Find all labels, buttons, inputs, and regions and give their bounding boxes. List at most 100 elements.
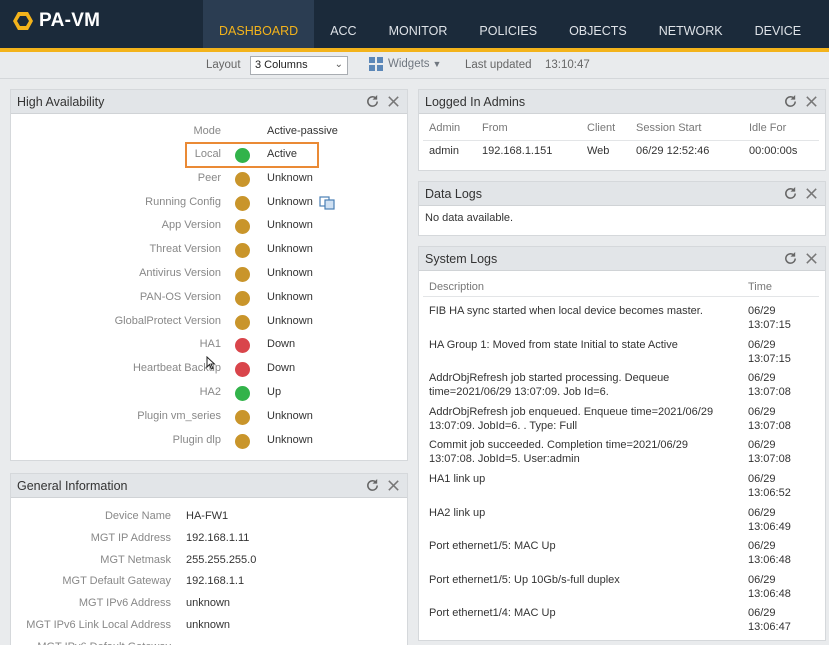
info-value: unknown	[186, 619, 231, 631]
log-row[interactable]: FIB HA sync started when local device be…	[419, 301, 825, 335]
info-label: Device Name	[104, 510, 171, 522]
close-icon[interactable]	[386, 94, 401, 109]
column-header: Description	[429, 281, 485, 293]
log-description: Port ethernet1/5: Up 10Gb/s-full duplex	[429, 573, 620, 586]
log-clock: 13:06:48	[748, 554, 791, 567]
ha-row-value: Active	[267, 148, 297, 160]
log-row[interactable]: Port ethernet1/4: MAC Up 06/29 13:06:47	[419, 603, 825, 637]
tab-device[interactable]: DEVICE	[739, 0, 818, 48]
info-row-device-name: Device Name HA-FW1	[11, 507, 407, 527]
panel-title: High Availability	[17, 95, 105, 109]
status-amber-icon	[235, 195, 250, 211]
ha-row-threat-version: Threat Version Unknown	[11, 240, 407, 260]
tab-objects[interactable]: OBJECTS	[553, 0, 643, 48]
ha-row-label: Running Config	[145, 195, 221, 208]
log-clock: 13:07:08	[748, 453, 791, 466]
table-cell: 00:00:00s	[749, 145, 798, 157]
table-cell: 192.168.1.151	[482, 145, 553, 157]
log-clock: 13:07:15	[748, 352, 791, 365]
ha-mode-value: Active-passive	[267, 125, 338, 137]
tab-policies[interactable]: POLICIES	[463, 0, 553, 48]
ha-row-label: Local	[194, 148, 221, 160]
ha-row-label: HA2	[199, 386, 221, 398]
ha-row-label: Plugin dlp	[172, 433, 221, 446]
brand[interactable]: PA-VM	[12, 10, 100, 32]
log-row[interactable]: HA Group 1: Moved from state Initial to …	[419, 335, 825, 369]
ha-row-label: Antivirus Version	[139, 267, 221, 279]
log-row[interactable]: Port ethernet1/5: MAC Up 06/29 13:06:48	[419, 536, 825, 570]
log-row[interactable]: Port ethernet1/5: Up 10Gb/s-full duplex 0…	[419, 570, 825, 604]
log-row[interactable]: AddrObjRefresh job started processing. D…	[419, 368, 825, 402]
ha-row-value: Unknown	[267, 267, 313, 279]
tab-monitor[interactable]: MONITOR	[373, 0, 464, 48]
ha-row-ha1: HA1 Down	[11, 335, 407, 355]
log-date: 06/29	[748, 305, 776, 317]
tab-network[interactable]: NETWORK	[643, 0, 739, 48]
layout-select[interactable]: 3 Columns ⌄	[250, 56, 348, 75]
log-row[interactable]: AddrObjRefresh job enqueued. Enqueue tim…	[419, 402, 825, 436]
refresh-icon[interactable]	[365, 478, 380, 493]
refresh-icon[interactable]	[783, 186, 798, 201]
close-icon[interactable]	[804, 251, 819, 266]
tab-acc[interactable]: ACC	[314, 0, 372, 48]
ha-row-value: Unknown	[267, 290, 313, 303]
compare-config-icon[interactable]	[319, 196, 335, 210]
ha-row-value: Unknown	[267, 433, 313, 446]
column-header: Admin	[429, 122, 461, 134]
status-red-icon	[235, 338, 250, 354]
log-description: HA1 link up	[429, 473, 486, 485]
log-time: 06/29 13:06:52	[748, 472, 808, 500]
log-row[interactable]: Commit job succeeded. Completion time=20…	[419, 435, 825, 469]
info-row-mgt-ip-address: MGT IP Address 192.168.1.11	[11, 529, 407, 549]
log-description: HA2 link up	[429, 506, 486, 519]
close-icon[interactable]	[804, 186, 819, 201]
chevron-down-icon: ▼	[432, 59, 442, 69]
ha-row-globalprotect-version: GlobalProtect Version Unknown	[11, 312, 407, 332]
refresh-icon[interactable]	[783, 94, 798, 109]
ha-row-running-config: Running Config Unknown	[11, 193, 407, 213]
widgets-label: Widgets	[388, 58, 430, 70]
panel-header: Data Logs	[419, 182, 825, 206]
info-value: 192.168.1.1	[186, 575, 245, 588]
ha-row-app-version: App Version Unknown	[11, 216, 407, 236]
log-row[interactable]: HA1 link up 06/29 13:06:52	[419, 469, 825, 503]
ha-row-pan-os-version: PAN-OS Version Unknown	[11, 288, 407, 308]
ha-row-label: Plugin vm_series	[137, 409, 221, 422]
widgets-button[interactable]: Widgets ▼	[369, 57, 441, 71]
info-value: unknown	[186, 597, 231, 610]
ha-mode-label: Mode	[193, 125, 221, 137]
log-time: 06/29 13:07:15	[748, 338, 808, 366]
top-nav-bar: PA-VM DASHBOARD ACC MONITOR POLICIES OBJ…	[0, 0, 829, 52]
ha-row-label: App Version	[161, 219, 221, 232]
info-value: HA-FW1	[186, 510, 229, 522]
close-icon[interactable]	[386, 478, 401, 493]
close-icon[interactable]	[804, 94, 819, 109]
status-green-icon	[235, 386, 250, 401]
log-date: 06/29	[748, 540, 776, 553]
refresh-icon[interactable]	[783, 251, 798, 266]
info-row-mgt-netmask: MGT Netmask 255.255.255.0	[11, 551, 407, 571]
system-logs-widget: System Logs Description Time FIB HA sync…	[418, 246, 826, 641]
info-label: MGT IP Address	[90, 531, 171, 544]
refresh-icon[interactable]	[365, 94, 380, 109]
status-amber-icon	[235, 267, 250, 282]
log-clock: 13:07:08	[748, 419, 791, 432]
general-information-widget: General Information Device Name HA-FW1 MGT…	[10, 473, 408, 645]
widgets-grid-icon	[369, 57, 383, 71]
mouse-cursor-icon	[206, 356, 216, 370]
layout-select-value: 3 Columns	[255, 59, 308, 71]
log-date: 06/29	[748, 573, 776, 586]
panel-title: Logged In Admins	[425, 95, 526, 109]
ha-row-plugin-vm-series: Plugin vm_series Unknown	[11, 407, 407, 427]
admins-table: Admin From Client Session Start Idle For…	[419, 114, 825, 170]
logged-in-admins-widget: Logged In Admins Admin From Client Sessi…	[418, 89, 826, 171]
info-label: MGT Netmask	[100, 553, 171, 566]
tab-dashboard[interactable]: DASHBOARD	[203, 0, 315, 48]
log-clock: 13:06:48	[748, 587, 791, 600]
column-header: Time	[748, 281, 773, 293]
status-amber-icon	[235, 433, 250, 449]
log-row[interactable]: HA2 link up 06/29 13:06:49	[419, 503, 825, 537]
log-date: 06/29	[748, 607, 776, 620]
status-amber-icon	[235, 290, 250, 306]
info-label: MGT Default Gateway	[62, 575, 171, 588]
